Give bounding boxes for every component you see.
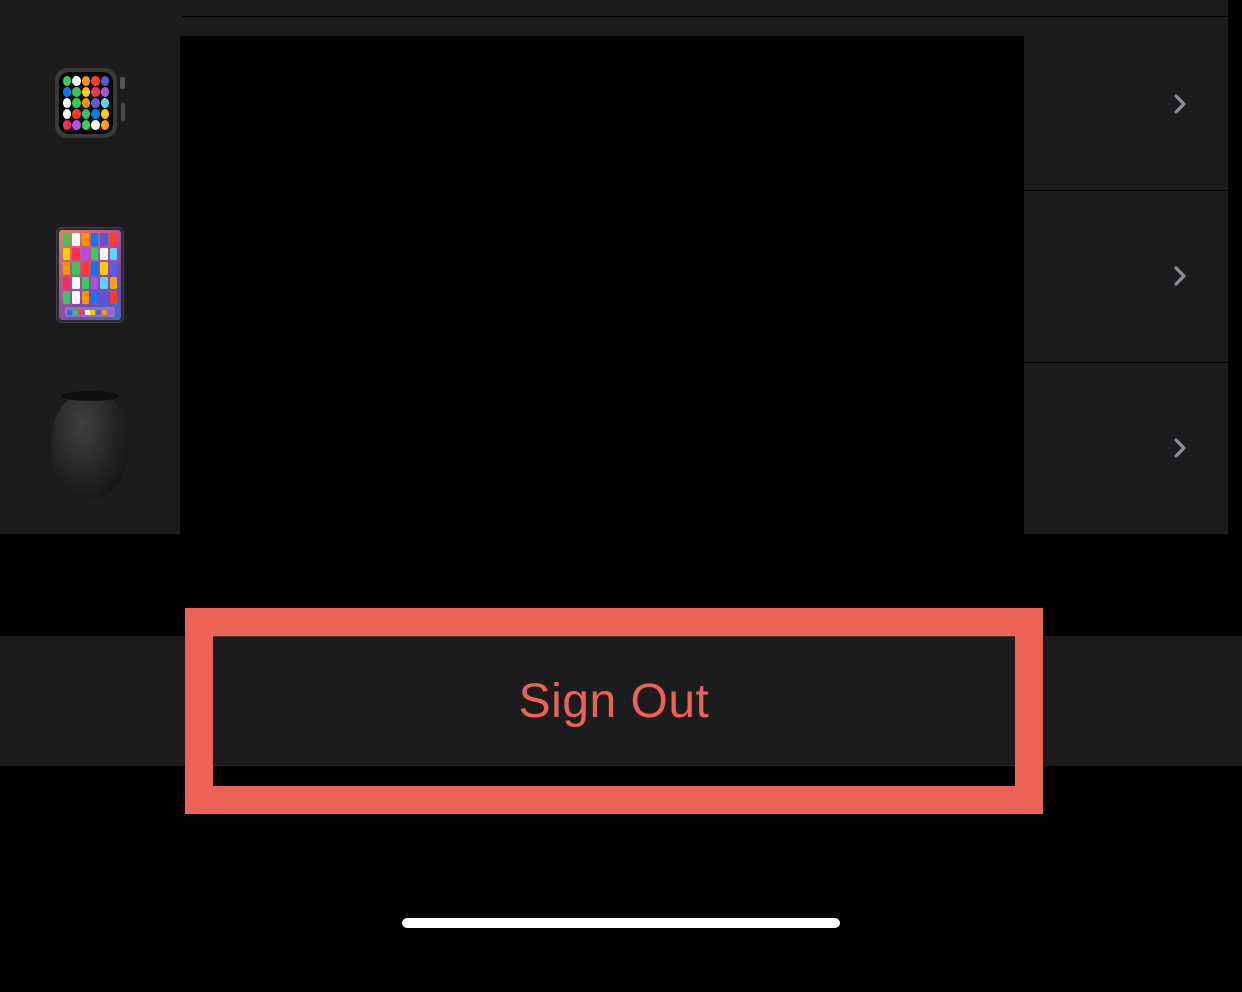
detail-content-black-region <box>180 36 1024 534</box>
homepod-icon <box>51 391 129 499</box>
sign-out-button[interactable]: Sign Out <box>213 636 1015 766</box>
device-icons-column <box>0 0 180 534</box>
sign-out-label: Sign Out <box>519 674 710 729</box>
right-edge-strip <box>1228 0 1242 534</box>
apple-watch-icon <box>55 65 125 141</box>
chevron-right-icon <box>1168 264 1192 288</box>
chevron-right-icon <box>1168 92 1192 116</box>
devices-list-area <box>0 0 1242 534</box>
top-divider <box>182 16 1242 17</box>
home-indicator[interactable] <box>402 918 840 928</box>
ipad-icon <box>56 227 124 323</box>
device-item-ipad[interactable] <box>0 205 180 345</box>
device-row-homepod-accessory[interactable] <box>1024 362 1242 534</box>
device-item-homepod[interactable] <box>0 370 180 520</box>
device-item-apple-watch[interactable] <box>0 48 180 158</box>
chevron-right-icon <box>1168 436 1192 460</box>
device-row-apple-watch-accessory[interactable] <box>1024 18 1242 190</box>
device-row-ipad-accessory[interactable] <box>1024 190 1242 362</box>
